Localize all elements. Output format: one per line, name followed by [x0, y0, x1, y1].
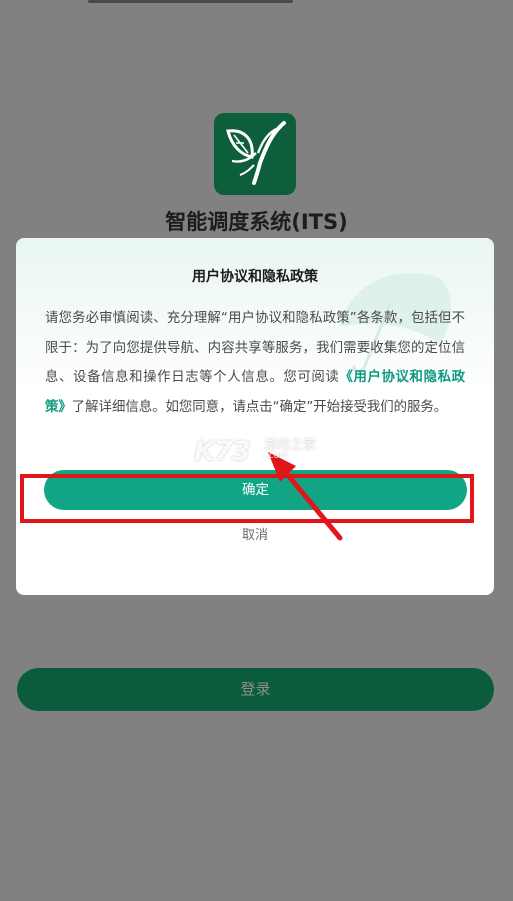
bird-leaf-icon	[226, 121, 286, 185]
watermark: K73 游戏之家 .com	[194, 434, 324, 474]
annotation-highlight-box	[20, 474, 474, 523]
privacy-dialog: 用户协议和隐私政策 请您务必审慎阅读、充分理解“用户协议和隐私政策”各条款，包括…	[16, 238, 494, 595]
watermark-logo: K73	[194, 436, 250, 467]
dialog-body: 请您务必审慎阅读、充分理解“用户协议和隐私政策”各条款，包括但不限于：为了向您提…	[45, 304, 465, 422]
dialog-title: 用户协议和隐私政策	[192, 269, 318, 285]
cancel-button[interactable]: 取消	[16, 524, 494, 543]
app-title: 智能调度系统(ITS)	[165, 210, 348, 234]
body-text-part2: 了解详细信息。如您同意，请点击“确定”开始接受我们的服务。	[71, 399, 448, 415]
login-button[interactable]: 登录	[17, 668, 494, 711]
status-bar-fragment	[88, 0, 293, 3]
watermark-url: .com	[266, 451, 289, 461]
app-logo	[214, 113, 296, 195]
